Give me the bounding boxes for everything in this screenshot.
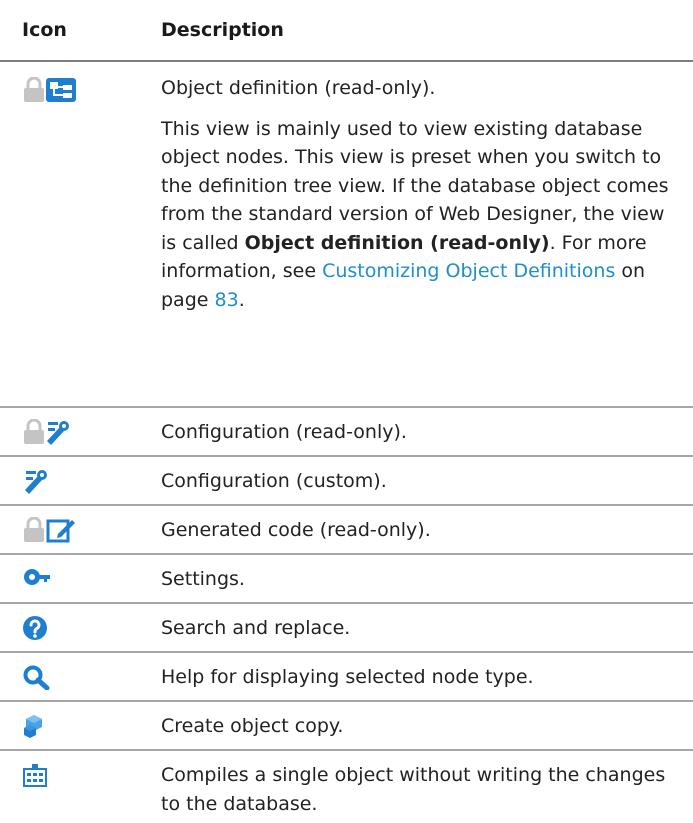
question-icon: [23, 616, 47, 640]
header-icon: Icon: [22, 19, 67, 41]
table-row: Create object copy.: [0, 702, 693, 751]
row-description: Create object copy.: [161, 715, 344, 737]
table-row: Compiles a single object without writing…: [0, 751, 693, 823]
table-header: Icon Description: [0, 0, 693, 62]
copy-cubes-icon: [24, 715, 42, 738]
table-row: Generated code (read-only).: [0, 506, 693, 555]
table-row: Configuration (custom).: [0, 457, 693, 506]
lock-icon: [24, 517, 44, 542]
row-details: This view is mainly used to view existin…: [161, 117, 669, 311]
row-description: Help for displaying selected node type.: [161, 666, 534, 688]
row-description: Configuration (custom).: [161, 470, 387, 492]
compile-icon: [23, 764, 47, 787]
row-description: Configuration (read-only).: [161, 421, 407, 443]
table-row: Search and replace.: [0, 604, 693, 653]
table-row: Help for displaying selected node type.: [0, 653, 693, 702]
row-description: Search and replace.: [161, 617, 351, 639]
row-description: Object definition (read-only).: [161, 77, 436, 99]
table-row: Configuration (read-only).: [0, 408, 693, 457]
lock-icon: [24, 419, 44, 444]
object-definition-icon: [46, 78, 76, 102]
configuration-icon: [25, 470, 47, 494]
table-row: Object definition (read-only). This view…: [0, 62, 693, 408]
edit-code-icon: [46, 519, 75, 543]
page-83-link[interactable]: 83: [215, 289, 239, 311]
table-row: Settings.: [0, 555, 693, 604]
configuration-icon: [47, 421, 69, 445]
lock-icon: [24, 77, 44, 102]
row-description: Settings.: [161, 568, 245, 590]
search-icon: [23, 665, 50, 690]
row-description: Generated code (read-only).: [161, 519, 431, 541]
customizing-object-definitions-link[interactable]: Customizing Object Definitions: [322, 260, 615, 282]
header-description: Description: [161, 19, 284, 41]
settings-key-icon: [24, 569, 50, 585]
row-description: Compiles a single object without writing…: [161, 764, 666, 815]
